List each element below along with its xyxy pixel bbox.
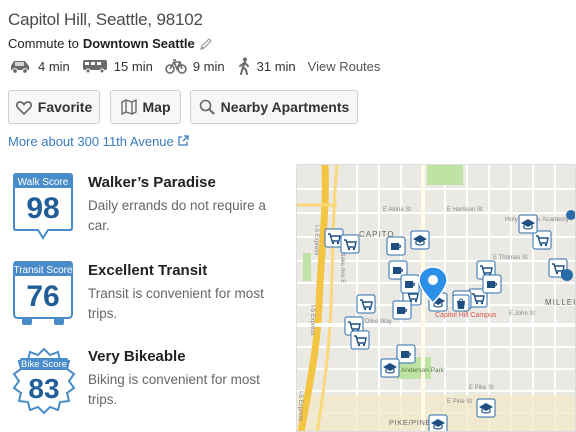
map-icon: [120, 99, 137, 115]
poi-school-4[interactable]: [380, 358, 400, 378]
poi-grocery-4[interactable]: [356, 294, 376, 314]
map-label-pine: E Pine St: [447, 399, 472, 405]
bike-score-badge[interactable]: Bike Score 83: [12, 346, 76, 415]
transit-score-badge-label: Transit Score: [13, 265, 73, 276]
nearby-apartments-button[interactable]: Nearby Apartments: [190, 90, 358, 124]
bus-icon: [82, 58, 108, 74]
view-routes-link[interactable]: View Routes: [308, 59, 381, 74]
commute-mode-bus[interactable]: 15 min: [82, 58, 153, 74]
poi-school-6[interactable]: [428, 414, 448, 432]
car-icon: [8, 58, 32, 74]
bike-score-section: Bike Score 83 Very Bikeable Biking is co…: [8, 346, 288, 426]
transit-score-desc: Transit is convenient for most trips.: [88, 286, 264, 321]
map-label-express-2: I-5 Express: [309, 305, 315, 335]
transit-score-badge[interactable]: Transit Score 76: [12, 260, 74, 328]
heart-icon: [15, 100, 32, 115]
walk-score-value: 98: [26, 192, 59, 225]
poi-grocery-6[interactable]: [350, 330, 370, 350]
external-link-icon: [178, 134, 189, 149]
transit-score-title: Excellent Transit: [88, 262, 208, 279]
map-label: Map: [142, 99, 171, 115]
address-title: Capitol Hill, Seattle, 98102: [8, 10, 203, 29]
more-about-link[interactable]: More about 300 11th Avenue: [8, 134, 189, 149]
walk-icon: [237, 57, 251, 75]
poi-cafe-5[interactable]: [392, 300, 412, 320]
map-label-olive: E Olive Way: [359, 319, 392, 325]
map-button[interactable]: Map: [110, 90, 181, 124]
map-label-express-3: I-5 Express: [297, 391, 303, 421]
map-label-campus: Capitol Hill Campus: [435, 312, 497, 319]
car-time: 4 min: [38, 58, 70, 74]
map-label-pike-pine: PIKE/PINE: [389, 418, 431, 427]
bike-time: 9 min: [192, 58, 225, 74]
poi-grocery-2[interactable]: [340, 234, 360, 254]
walk-score-title: Walker’s Paradise: [88, 174, 216, 191]
pencil-icon[interactable]: [199, 37, 213, 51]
neighborhood-map[interactable]: CAPITO MILLEI Capitol Hill Campus Anders…: [296, 164, 576, 432]
poi-grocery-3[interactable]: [532, 230, 552, 250]
more-about-text: More about 300 11th Avenue: [8, 134, 174, 149]
bus-time: 15 min: [113, 58, 153, 74]
map-label-park: Anderson Park: [401, 367, 445, 374]
park-strip: [303, 253, 311, 281]
poi-school-1[interactable]: [410, 230, 430, 250]
bike-score-title: Very Bikeable: [88, 348, 186, 365]
bike-score-badge-label: Bike Score: [21, 359, 67, 370]
commute-mode-car[interactable]: 4 min: [8, 58, 70, 74]
commute-mode-bike[interactable]: 9 min: [165, 58, 225, 74]
favorite-label: Favorite: [37, 99, 93, 115]
bike-score-desc: Biking is convenient for most trips.: [88, 372, 260, 407]
map-label-pike-st: E Pike St: [469, 385, 494, 391]
poi-school-2[interactable]: [518, 214, 538, 234]
search-icon: [199, 99, 215, 115]
commute-destination[interactable]: Downtown Seattle: [83, 36, 195, 51]
commute-mode-walk[interactable]: 31 min: [237, 57, 296, 75]
walk-score-desc: Daily errands do not require a car.: [88, 198, 266, 233]
poi-cafe-1[interactable]: [386, 236, 406, 256]
map-label-harrison: E Harrison St: [447, 207, 483, 213]
poi-transit-stop-2[interactable]: [566, 210, 576, 220]
commute-modes: 4 min 15 min 9 min 31 min View Routes: [8, 56, 380, 76]
bike-score-value: 83: [28, 373, 59, 404]
map-label-thomas: E Thomas St: [493, 255, 528, 261]
poi-cafe-6[interactable]: [396, 344, 416, 364]
walk-score-badge-label: Walk Score: [18, 177, 69, 188]
commute-prefix: Commute to: [8, 36, 79, 51]
commute-line: Commute to Downtown Seattle: [8, 36, 213, 51]
bike-icon: [165, 58, 187, 74]
poi-grocery-1[interactable]: [324, 228, 344, 248]
transit-score-value: 76: [26, 280, 59, 313]
map-label-john: E John St: [509, 311, 535, 317]
poi-transit-stop[interactable]: [561, 269, 573, 281]
transit-score-section: Transit Score 76 Excellent Transit Trans…: [8, 260, 288, 340]
walk-score-badge[interactable]: Walk Score 98: [12, 172, 74, 240]
poi-shopping-1[interactable]: [452, 294, 470, 312]
poi-cafe-3[interactable]: [400, 274, 420, 294]
park-area-north: [427, 165, 463, 185]
map-label-aloha: E Aloha St: [383, 207, 411, 213]
map-label-express-1: I-5 Express: [313, 225, 319, 255]
nearby-label: Nearby Apartments: [220, 99, 350, 115]
favorite-button[interactable]: Favorite: [8, 90, 100, 124]
poi-cafe-4[interactable]: [482, 274, 502, 294]
poi-school-5[interactable]: [476, 398, 496, 418]
walk-score-section: Walk Score 98 Walker’s Paradise Daily er…: [8, 172, 288, 252]
walk-time: 31 min: [256, 58, 296, 74]
map-label-millei: MILLEI: [545, 298, 576, 307]
